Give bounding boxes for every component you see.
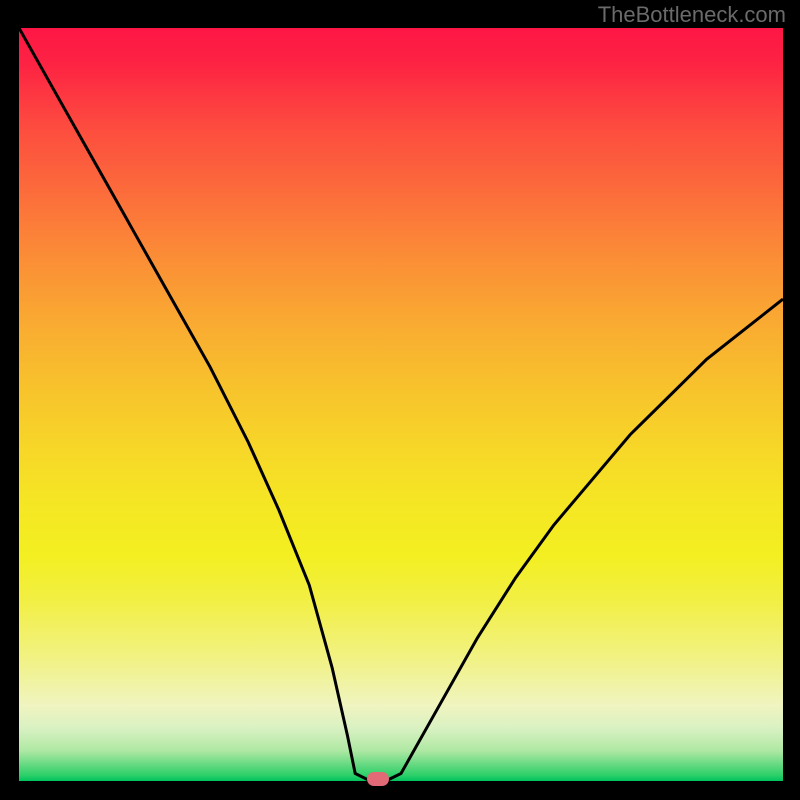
- bottleneck-curve: [19, 28, 783, 781]
- optimum-marker: [367, 772, 389, 786]
- plot-area: [19, 28, 783, 781]
- chart-frame: TheBottleneck.com: [0, 0, 800, 800]
- watermark-text: TheBottleneck.com: [598, 2, 786, 28]
